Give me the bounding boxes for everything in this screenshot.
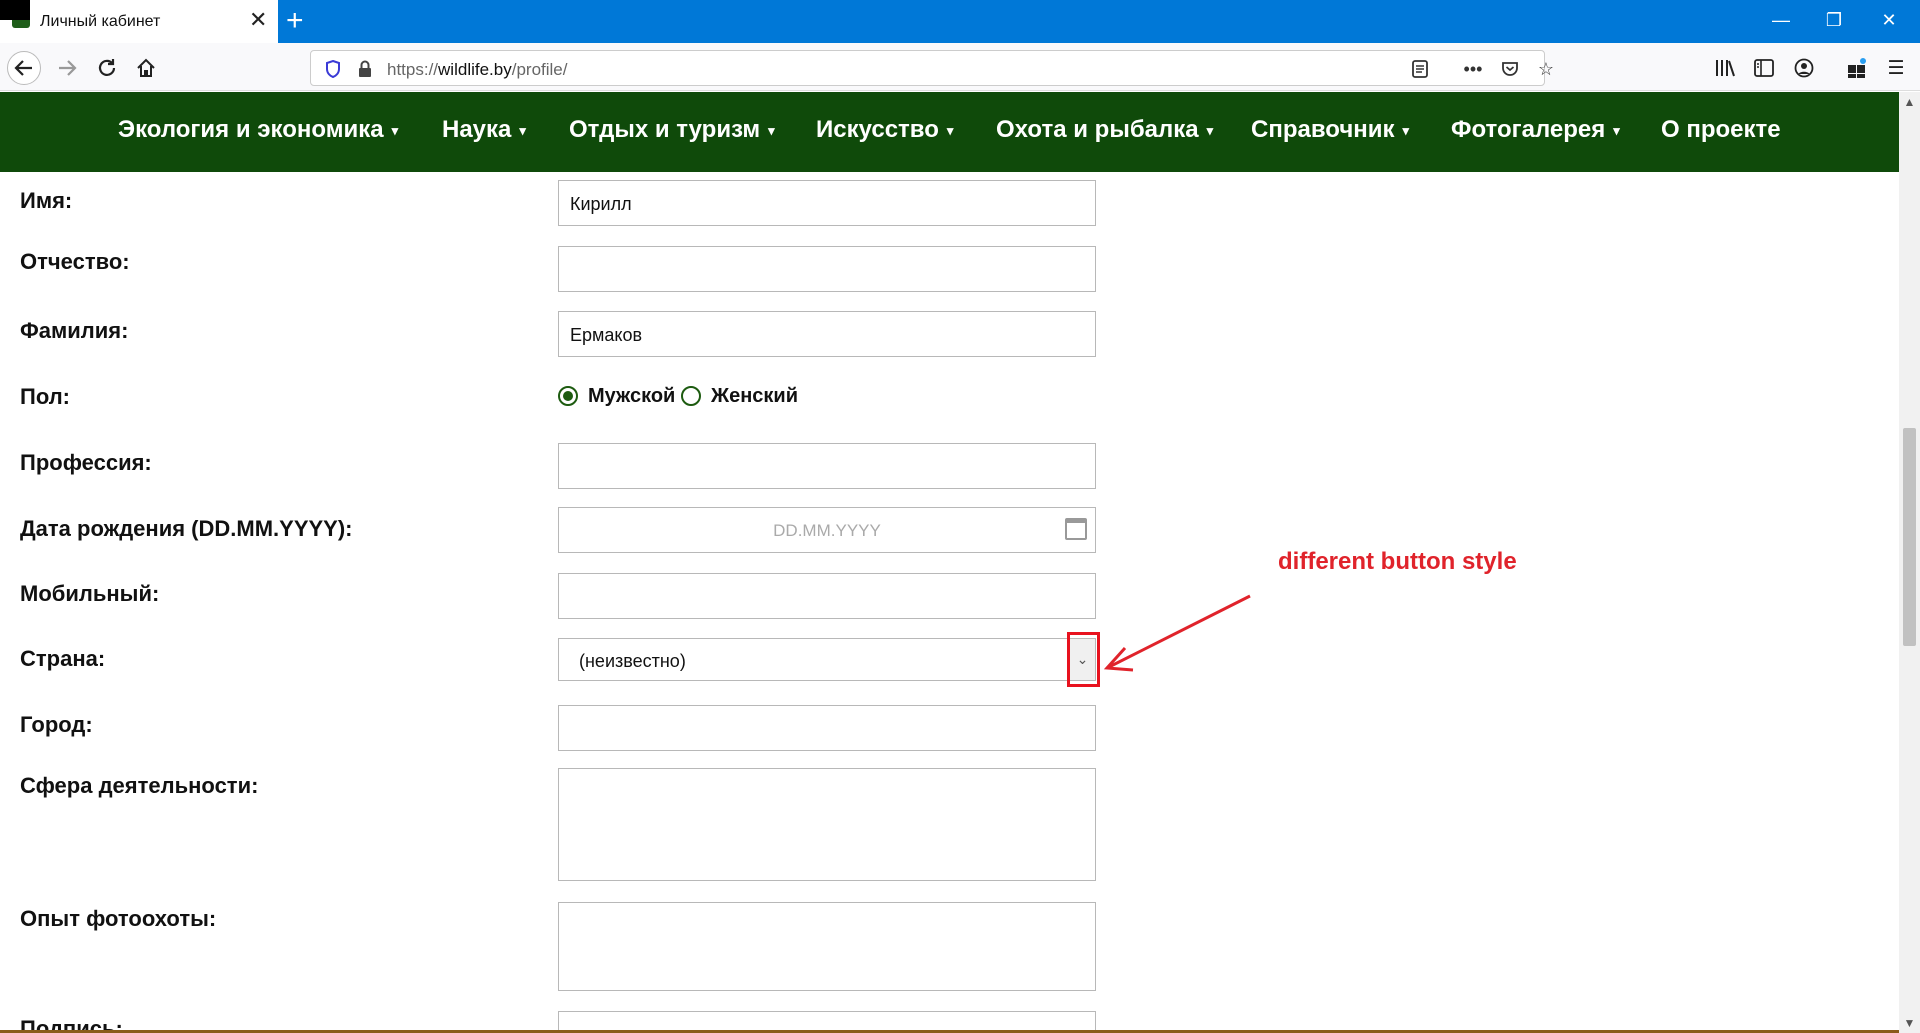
last-name-value: Ермаков	[570, 325, 643, 345]
minimize-window-button[interactable]: —	[1761, 8, 1801, 32]
menu-item-ecology[interactable]: Экология и экономика ▾	[118, 116, 398, 144]
reload-icon	[98, 59, 116, 76]
gender-male-radio[interactable]	[558, 386, 578, 406]
first-name-value: Кирилл	[570, 194, 632, 214]
site-main-menu: Экология и экономика ▾ Наука ▾ Отдых и тур…	[0, 92, 1920, 172]
close-window-button[interactable]: ✕	[1869, 8, 1909, 32]
home-icon	[137, 58, 155, 77]
tab-close-icon[interactable]: ✕	[249, 9, 267, 31]
calendar-icon[interactable]	[1065, 518, 1087, 540]
extensions-icon[interactable]	[1844, 55, 1870, 81]
home-button[interactable]	[129, 51, 163, 85]
photo-experience-label: Опыт фотоохоты:	[20, 906, 217, 931]
scrollbar-thumb[interactable]	[1903, 428, 1916, 646]
caret-down-icon: ▾	[519, 122, 526, 138]
birth-date-input[interactable]: DD.MM.YYYY	[558, 507, 1096, 553]
activity-label: Сфера деятельности:	[20, 773, 259, 798]
mobile-input[interactable]	[558, 573, 1096, 619]
birth-date-label: Дата рождения (DD.MM.YYYY):	[20, 516, 353, 541]
caret-down-icon: ▾	[946, 122, 954, 138]
mobile-label: Мобильный:	[20, 581, 160, 606]
last-name-label: Фамилия:	[20, 318, 129, 343]
gender-female-radio[interactable]	[681, 386, 701, 406]
page-scrollbar[interactable]: ▲ ▼	[1899, 92, 1920, 1033]
new-tab-button[interactable]: +	[286, 4, 304, 38]
restore-window-button[interactable]: ❐	[1814, 8, 1854, 32]
menu-item-reference[interactable]: Справочник ▾	[1251, 116, 1409, 144]
menu-item-hunting-fishing[interactable]: Охота и рыбалка ▾	[996, 116, 1213, 144]
menu-item-art[interactable]: Искусство ▾	[816, 116, 953, 144]
annotation-arrow-icon	[1103, 594, 1251, 672]
library-icon[interactable]	[1712, 55, 1738, 81]
activity-textarea[interactable]	[558, 768, 1096, 881]
city-label: Город:	[20, 712, 93, 737]
browser-tab[interactable]: Личный кабинет ✕	[0, 0, 278, 43]
tab-title: Личный кабинет	[40, 13, 161, 30]
hamburger-menu-icon[interactable]: ☰	[1883, 55, 1909, 81]
menu-item-tourism[interactable]: Отдых и туризм ▾	[569, 116, 775, 144]
first-name-input[interactable]: Кирилл	[558, 180, 1096, 226]
redacted-block	[0, 0, 30, 20]
caret-down-icon: ▾	[1402, 122, 1410, 138]
back-arrow-icon	[14, 60, 32, 76]
account-icon[interactable]	[1791, 55, 1817, 81]
page-actions-icon[interactable]: •••	[1461, 57, 1485, 81]
city-input[interactable]	[558, 705, 1096, 751]
caret-down-icon: ▾	[768, 122, 775, 138]
reload-button[interactable]	[90, 51, 124, 85]
pocket-icon[interactable]	[1498, 57, 1522, 81]
caret-down-icon: ▾	[391, 122, 399, 138]
browser-toolbar: https://wildlife.by/profile/ ••• ☆ ☰	[0, 43, 1920, 91]
menu-item-science[interactable]: Наука ▾	[442, 116, 526, 144]
photo-experience-textarea[interactable]	[558, 902, 1096, 991]
back-button[interactable]	[7, 51, 41, 85]
middle-name-label: Отчество:	[20, 249, 130, 274]
caret-down-icon: ▾	[1206, 122, 1214, 138]
country-label: Страна:	[20, 646, 106, 671]
country-select[interactable]: (неизвестно) ⌄	[558, 638, 1096, 681]
first-name-label: Имя:	[20, 188, 73, 213]
gender-label: Пол:	[20, 384, 71, 409]
gender-male-label[interactable]: Мужской	[588, 385, 675, 408]
caret-down-icon: ▾	[1613, 122, 1620, 138]
profession-input[interactable]	[558, 443, 1096, 489]
gender-female-label[interactable]: Женский	[711, 385, 798, 408]
browser-titlebar: Личный кабинет ✕ +	[0, 0, 1920, 43]
tracking-shield-icon[interactable]	[321, 57, 345, 81]
annotation-highlight-box	[1067, 632, 1100, 687]
address-bar[interactable]: https://wildlife.by/profile/ ••• ☆	[310, 50, 1554, 86]
scroll-down-icon[interactable]: ▼	[1899, 1013, 1920, 1033]
annotation-text: different button style	[1278, 548, 1517, 575]
menu-item-photogallery[interactable]: Фотогалерея ▾	[1451, 116, 1620, 144]
birth-date-placeholder: DD.MM.YYYY	[773, 521, 881, 540]
menu-item-about[interactable]: О проекте	[1661, 116, 1781, 144]
country-value: (неизвестно)	[579, 651, 686, 671]
middle-name-input[interactable]	[558, 246, 1096, 292]
scroll-up-icon[interactable]: ▲	[1899, 92, 1920, 112]
last-name-input[interactable]: Ермаков	[558, 311, 1096, 357]
forward-button[interactable]	[50, 51, 84, 85]
reader-view-icon[interactable]	[1408, 57, 1432, 81]
profession-label: Профессия:	[20, 450, 152, 475]
bookmark-star-icon[interactable]: ☆	[1534, 57, 1558, 81]
forward-arrow-icon	[59, 60, 77, 76]
sidebar-icon[interactable]	[1751, 55, 1777, 81]
url-text[interactable]: https://wildlife.by/profile/	[387, 60, 567, 80]
lock-icon[interactable]	[353, 57, 377, 81]
